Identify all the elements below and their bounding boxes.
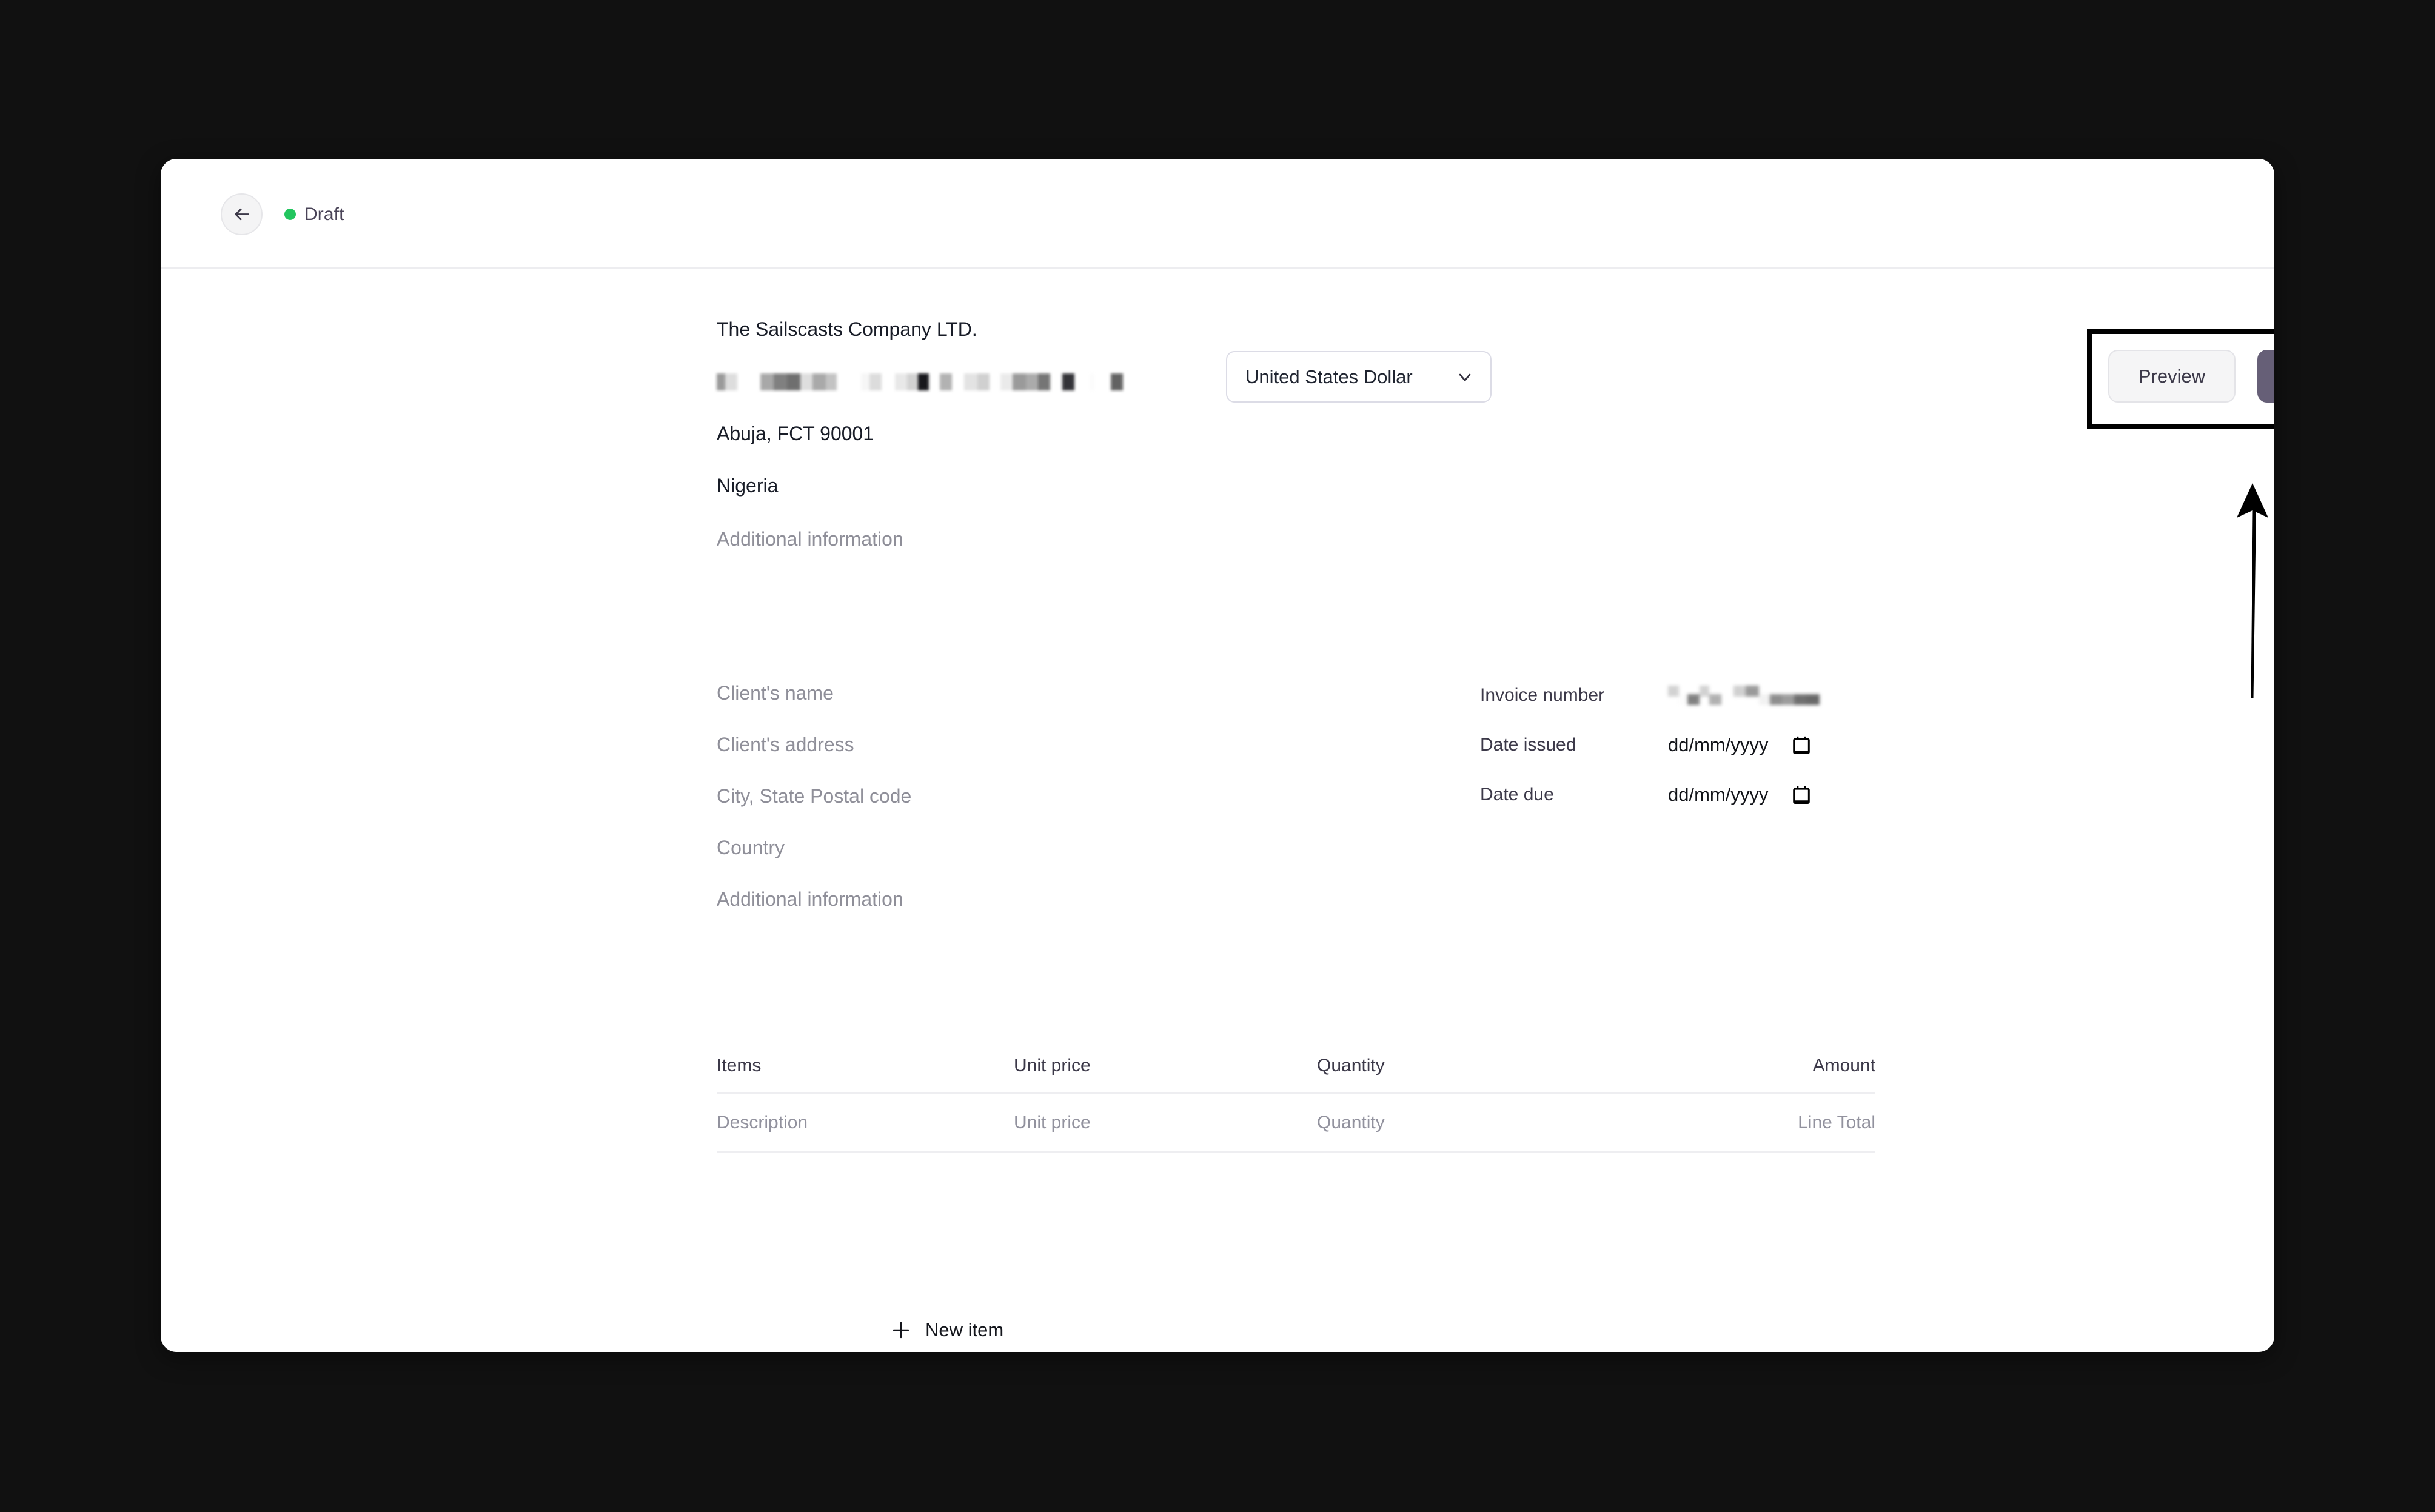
- status-dot-icon: [284, 209, 296, 220]
- client-country-field[interactable]: Country: [717, 838, 1384, 857]
- calendar-icon[interactable]: [1792, 735, 1810, 755]
- status-label: Draft: [304, 204, 344, 224]
- calendar-icon[interactable]: [1792, 785, 1810, 805]
- item-unit-price-field[interactable]: Unit price: [1014, 1112, 1317, 1133]
- date-due-input[interactable]: dd/mm/yyyy: [1668, 784, 1810, 806]
- client-name-field[interactable]: Client's name: [717, 683, 1384, 703]
- column-header-amount: Amount: [1812, 1055, 1875, 1075]
- items-table-header: Items Unit price Quantity Amount: [717, 1039, 1875, 1092]
- sender-block: The Sailscasts Company LTD. Abuja, FCT 9…: [717, 319, 1718, 549]
- table-row[interactable]: Description Unit price Quantity Line Tot…: [717, 1092, 1875, 1153]
- sender-address-redacted: [717, 372, 1718, 392]
- client-block: Client's name Client's address City, Sta…: [717, 683, 1384, 909]
- sender-city[interactable]: Abuja, FCT 90001: [717, 424, 1718, 443]
- back-button[interactable]: [221, 193, 263, 235]
- header-actions: Preview Send: [2108, 350, 2274, 403]
- date-issued-input[interactable]: dd/mm/yyyy: [1668, 734, 1810, 756]
- client-city-field[interactable]: City, State Postal code: [717, 786, 1384, 806]
- invoice-number-label: Invoice number: [1480, 685, 1605, 705]
- client-additional-info-field[interactable]: Additional information: [717, 889, 1384, 909]
- send-button[interactable]: Send: [2257, 350, 2274, 403]
- item-description-field[interactable]: Description: [717, 1112, 1014, 1133]
- app-header: Draft: [161, 159, 2274, 269]
- date-issued-value: dd/mm/yyyy: [1668, 734, 1769, 755]
- date-due-row: Date due dd/mm/yyyy: [1480, 775, 1857, 815]
- up-arrow-annotation: [2216, 426, 2274, 698]
- client-address-field[interactable]: Client's address: [717, 735, 1384, 754]
- date-due-value: dd/mm/yyyy: [1668, 784, 1769, 805]
- invoice-number-row: Invoice number: [1480, 675, 1857, 715]
- preview-button[interactable]: Preview: [2108, 350, 2236, 403]
- sender-country[interactable]: Nigeria: [717, 476, 1718, 495]
- item-line-total-field[interactable]: Line Total: [1608, 1112, 1875, 1133]
- column-header-quantity: Quantity: [1317, 1055, 1385, 1075]
- column-header-unit-price: Unit price: [1014, 1055, 1091, 1075]
- column-header-items: Items: [717, 1055, 762, 1075]
- plus-icon: [891, 1320, 911, 1340]
- invoice-number-redacted: [1668, 685, 1820, 706]
- date-due-label: Date due: [1480, 784, 1554, 805]
- arrow-left-icon: [232, 204, 252, 224]
- invoice-meta-block: Invoice number Date issued dd/mm/yyyy Da…: [1480, 675, 1857, 825]
- item-quantity-field[interactable]: Quantity: [1317, 1112, 1608, 1133]
- invoice-editor-card: Draft United States Dollar Preview Send …: [161, 159, 2274, 1352]
- status-badge: Draft: [284, 193, 344, 235]
- new-item-button[interactable]: New item: [891, 1319, 1003, 1341]
- new-item-label: New item: [925, 1319, 1004, 1340]
- items-table: Items Unit price Quantity Amount Descrip…: [717, 1039, 1875, 1153]
- date-issued-row: Date issued dd/mm/yyyy: [1480, 725, 1857, 765]
- sender-name[interactable]: The Sailscasts Company LTD.: [717, 319, 1718, 339]
- date-issued-label: Date issued: [1480, 735, 1576, 755]
- sender-additional-info[interactable]: Additional information: [717, 529, 1718, 549]
- invoice-number-value[interactable]: [1668, 685, 1820, 706]
